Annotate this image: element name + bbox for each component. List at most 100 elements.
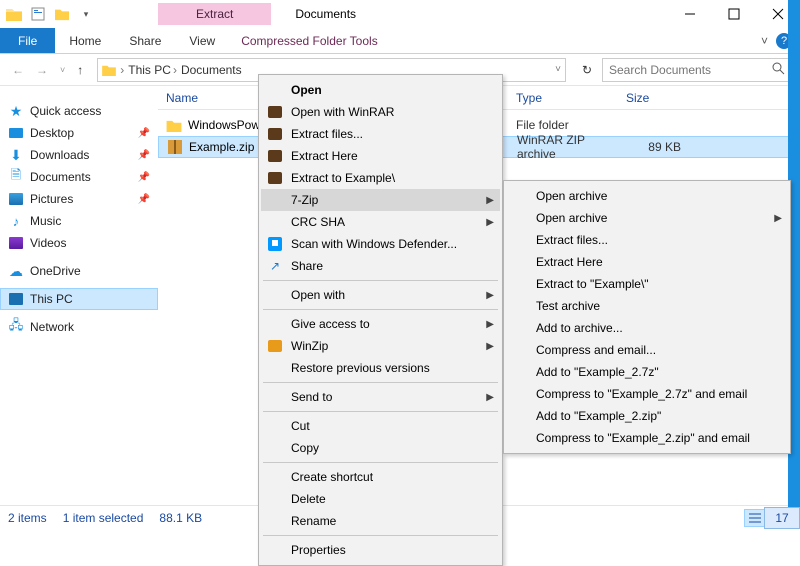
menu-item-label: Share	[291, 259, 323, 273]
network-icon: 🖧	[8, 319, 24, 335]
downloads-icon: ⬇	[8, 147, 24, 163]
documents-icon: 🗎	[8, 169, 24, 185]
winzip-icon	[267, 338, 283, 354]
menu-item-label: Give access to	[291, 317, 370, 331]
submenu-7zip-item[interactable]: Extract files...	[506, 229, 788, 251]
menu-item-label: Test archive	[536, 299, 600, 313]
contextual-tab-extract[interactable]: Extract	[158, 3, 271, 25]
chevron-right-icon: ▶	[486, 290, 494, 301]
context-menu-item[interactable]: 7-Zip▶	[261, 189, 500, 211]
column-header-type[interactable]: Type	[508, 91, 618, 105]
menu-item-label: Add to archive...	[536, 321, 623, 335]
sidebar-item-videos[interactable]: Videos	[0, 232, 158, 254]
context-menu-item[interactable]: Send to▶	[261, 386, 500, 408]
pictures-icon	[9, 193, 23, 205]
file-name: Example.zip	[189, 140, 254, 154]
menu-separator	[263, 280, 498, 281]
context-menu-item[interactable]: Extract files...	[261, 123, 500, 145]
submenu-7zip-item[interactable]: Add to "Example_2.7z"	[506, 361, 788, 383]
context-menu-item[interactable]: Extract to Example\	[261, 167, 500, 189]
context-menu-item[interactable]: WinZip▶	[261, 335, 500, 357]
context-menu-item[interactable]: Give access to ▶	[261, 313, 500, 335]
context-menu-item[interactable]: Delete	[261, 488, 500, 510]
context-menu-item[interactable]: ↗Share	[261, 255, 500, 277]
chevron-right-icon: ▶	[486, 319, 494, 330]
menu-item-label: Extract Here	[291, 149, 358, 163]
search-icon[interactable]	[772, 62, 785, 78]
submenu-7zip-item[interactable]: Compress to "Example_2.zip" and email	[506, 427, 788, 449]
minimize-button[interactable]	[668, 0, 712, 28]
maximize-button[interactable]	[712, 0, 756, 28]
tab-compressed-folder-tools[interactable]: Compressed Folder Tools	[229, 28, 390, 53]
sidebar-onedrive[interactable]: ☁OneDrive	[0, 260, 158, 282]
qat-dropdown-icon[interactable]: ▾	[76, 4, 96, 24]
submenu-7zip-item[interactable]: Add to "Example_2.zip"	[506, 405, 788, 427]
onedrive-icon: ☁	[8, 263, 24, 279]
winrar-icon	[267, 170, 283, 186]
file-size: 89 KB	[619, 140, 689, 154]
context-menu-item[interactable]: Create shortcut	[261, 466, 500, 488]
folder-app-icon	[4, 4, 24, 24]
submenu-7zip-item[interactable]: Compress and email...	[506, 339, 788, 361]
sidebar-item-label: This PC	[30, 292, 73, 306]
menu-item-label: Open archive	[536, 211, 607, 225]
nav-up-icon[interactable]: ↑	[73, 63, 87, 77]
sidebar-item-label: Quick access	[30, 104, 101, 118]
search-input[interactable]	[609, 63, 766, 77]
context-menu-item[interactable]: Open with▶	[261, 284, 500, 306]
tab-share[interactable]: Share	[115, 28, 175, 53]
sidebar-network[interactable]: 🖧Network	[0, 316, 158, 338]
ribbon-expand-icon[interactable]: ˅	[761, 34, 768, 48]
tab-view[interactable]: View	[175, 28, 229, 53]
context-menu-item[interactable]: Cut	[261, 415, 500, 437]
submenu-7zip-item[interactable]: Extract Here	[506, 251, 788, 273]
taskbar-tray-tile[interactable]: 17	[764, 507, 800, 529]
context-menu-item[interactable]: Open	[261, 79, 500, 101]
context-menu-item[interactable]: Extract Here	[261, 145, 500, 167]
sidebar-item-music[interactable]: ♪Music	[0, 210, 158, 232]
qat-newfolder-icon[interactable]	[52, 4, 72, 24]
column-header-size[interactable]: Size	[618, 91, 688, 105]
pin-icon: 📌	[138, 172, 150, 183]
sidebar-this-pc[interactable]: This PC	[0, 288, 158, 310]
refresh-icon[interactable]: ↻	[576, 63, 598, 77]
breadcrumb-documents[interactable]: Documents	[181, 63, 242, 77]
submenu-7zip-item[interactable]: Add to archive...	[506, 317, 788, 339]
sidebar-quick-access[interactable]: ★ Quick access	[0, 100, 158, 122]
nav-recent-dropdown-icon[interactable]: ˅	[56, 65, 69, 75]
context-menu-item[interactable]: Copy	[261, 437, 500, 459]
submenu-7zip-item[interactable]: Test archive	[506, 295, 788, 317]
context-menu-item[interactable]: CRC SHA▶	[261, 211, 500, 233]
sidebar-item-label: Music	[30, 214, 61, 228]
menu-item-label: Restore previous versions	[291, 361, 430, 375]
chevron-right-icon: ▶	[486, 217, 494, 228]
context-menu-item[interactable]: Scan with Windows Defender...	[261, 233, 500, 255]
star-icon: ★	[8, 103, 24, 119]
context-menu: OpenOpen with WinRARExtract files... Extr…	[258, 74, 503, 566]
address-dropdown-icon[interactable]: ˅	[555, 64, 561, 75]
sidebar-item-documents[interactable]: 🗎Documents📌	[0, 166, 158, 188]
file-name: WindowsPow	[188, 118, 260, 132]
sidebar-item-pictures[interactable]: Pictures📌	[0, 188, 158, 210]
context-menu-item[interactable]: Properties	[261, 539, 500, 561]
context-menu-item[interactable]: Open with WinRAR	[261, 101, 500, 123]
file-tab[interactable]: File	[0, 28, 55, 53]
submenu-7zip-item[interactable]: Extract to "Example\"	[506, 273, 788, 295]
window-controls	[668, 0, 800, 28]
sidebar-item-downloads[interactable]: ⬇Downloads📌	[0, 144, 158, 166]
pc-icon	[9, 293, 23, 305]
submenu-7zip-item[interactable]: Open archive	[506, 185, 788, 207]
menu-item-label: Rename	[291, 514, 336, 528]
menu-item-label: Extract files...	[536, 233, 608, 247]
submenu-7zip-item[interactable]: Compress to "Example_2.7z" and email	[506, 383, 788, 405]
breadcrumb-this-pc[interactable]: This PC›	[128, 63, 177, 77]
submenu-7zip-item[interactable]: Open archive▶	[506, 207, 788, 229]
search-box[interactable]	[602, 58, 792, 82]
nav-back-icon[interactable]: ←	[8, 63, 28, 77]
view-details-button[interactable]	[744, 509, 766, 527]
qat-properties-icon[interactable]	[28, 4, 48, 24]
sidebar-item-desktop[interactable]: Desktop📌	[0, 122, 158, 144]
context-menu-item[interactable]: Restore previous versions	[261, 357, 500, 379]
tab-home[interactable]: Home	[55, 28, 115, 53]
menu-item-label: WinZip	[291, 339, 328, 353]
